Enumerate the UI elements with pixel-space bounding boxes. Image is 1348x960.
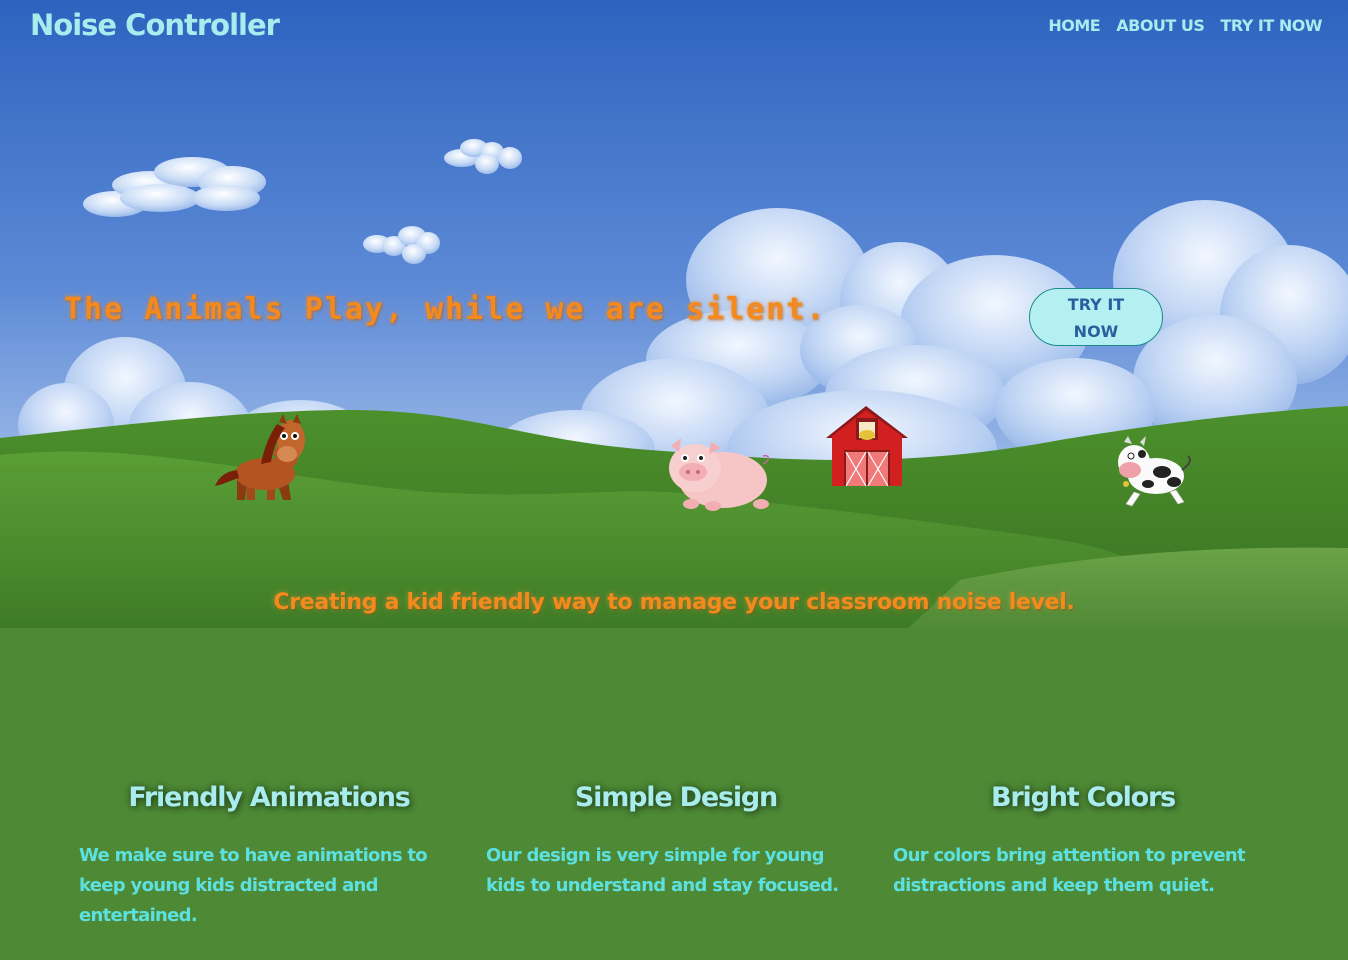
feature-description: Our design is very simple for young kids… [486,845,839,896]
nav-link-home[interactable]: HOME [1048,16,1100,35]
feature-title: Friendly Animations [128,782,411,813]
feature-title: Bright Colors [991,782,1176,813]
main-navigation: HOME ABOUT US TRY IT NOW [1048,16,1322,35]
hero-subtagline: Creating a kid friendly way to manage yo… [273,590,1075,615]
page: Noise Controller HOME ABOUT US TRY IT NO… [0,0,1348,960]
site-brand-logo[interactable]: Noise Controller [30,8,280,42]
feature-description: Our colors bring attention to prevent di… [893,845,1246,896]
nav-link-about-us[interactable]: ABOUT US [1116,16,1205,35]
feature-simple-design: Simple Design Our design is very simple … [486,782,866,901]
try-it-now-button[interactable]: TRY IT NOW [1029,288,1163,346]
feature-bright-colors: Bright Colors Our colors bring attention… [893,782,1273,901]
feature-title: Simple Design [574,782,778,813]
nav-link-try-it-now[interactable]: TRY IT NOW [1220,16,1322,35]
feature-description: We make sure to have animations to keep … [79,845,428,926]
hero-tagline: The Animals Play, while we are silent. [64,292,827,327]
feature-friendly-animations: Friendly Animations We make sure to have… [79,782,459,931]
hero-section: Noise Controller HOME ABOUT US TRY IT NO… [0,0,1348,636]
